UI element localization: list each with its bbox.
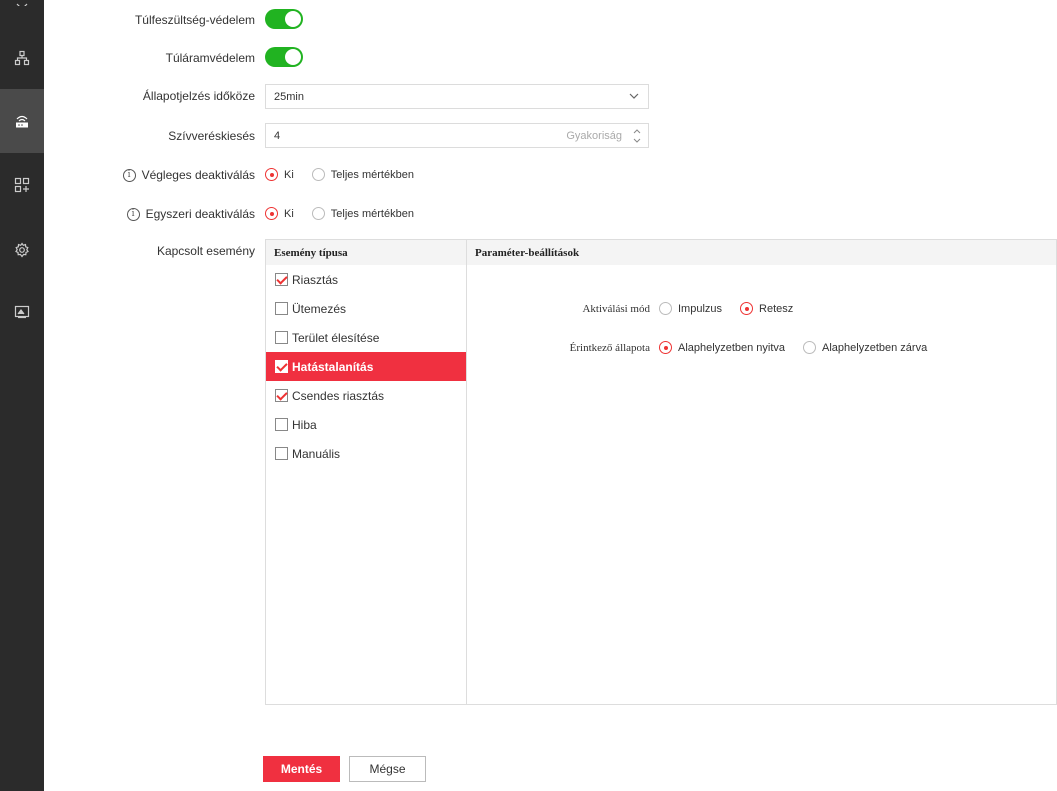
status-interval-select[interactable]: 25min <box>265 84 649 109</box>
contact-state-normally-open-option[interactable]: Alaphelyzetben nyitva <box>659 341 785 354</box>
image-icon[interactable] <box>0 292 44 332</box>
activation-mode-radio-group: Impulzus Retesz <box>659 302 805 315</box>
event-type-column: Esemény típusa Riasztás Ütemezés Terület… <box>266 240 467 704</box>
sidebar <box>0 0 44 791</box>
checkbox[interactable] <box>275 302 288 315</box>
radio-button[interactable] <box>803 341 817 354</box>
heartbeat-stepper[interactable]: 4 Gyakoriság <box>265 123 649 148</box>
event-type-header: Esemény típusa <box>266 240 466 265</box>
checkbox[interactable] <box>275 447 288 460</box>
heartbeat-label: Szívveréskiesés <box>168 129 255 143</box>
heartbeat-suffix: Gyakoriság <box>566 130 622 142</box>
permanent-deactivation-full-option[interactable]: Teljes mértékben <box>311 168 414 181</box>
radio-button[interactable] <box>265 207 278 220</box>
checkbox[interactable] <box>275 273 288 286</box>
parameter-settings-column: Paraméter-beállítások Aktiválási mód Imp… <box>467 240 1056 704</box>
contact-state-label: Érintkező állapota <box>569 342 650 354</box>
chevron-down-icon <box>629 93 639 99</box>
parameter-settings-header: Paraméter-beállítások <box>467 240 1056 265</box>
checkbox[interactable] <box>275 418 288 431</box>
radio-button[interactable] <box>311 207 325 220</box>
radio-button[interactable] <box>265 168 278 181</box>
single-deactivation-full-option[interactable]: Teljes mértékben <box>311 207 414 220</box>
event-item-alarm[interactable]: Riasztás <box>266 265 466 294</box>
event-item-fault[interactable]: Hiba <box>266 410 466 439</box>
single-deactivation-radio-group: Ki Teljes mértékben <box>265 207 426 220</box>
stepper-arrows-icon[interactable] <box>632 126 642 146</box>
info-icon: i <box>126 207 140 221</box>
contact-state-radio-group: Alaphelyzetben nyitva Alaphelyzetben zár… <box>659 341 939 354</box>
permanent-deactivation-label: i Végleges deaktiválás <box>122 168 255 182</box>
radio-button[interactable] <box>740 302 754 315</box>
event-item-silent-alarm[interactable]: Csendes riasztás <box>266 381 466 410</box>
device-icon[interactable] <box>0 89 44 153</box>
cancel-button[interactable]: Mégse <box>349 756 426 782</box>
chevron-icon[interactable] <box>0 0 44 18</box>
single-deactivation-off-option[interactable]: Ki <box>265 207 294 220</box>
checkbox[interactable] <box>275 331 288 344</box>
linked-event-panel: Esemény típusa Riasztás Ütemezés Terület… <box>265 239 1057 705</box>
contact-state-normally-closed-option[interactable]: Alaphelyzetben zárva <box>803 341 927 354</box>
checkbox[interactable] <box>275 389 288 402</box>
overvoltage-toggle[interactable] <box>265 9 303 29</box>
gear-icon[interactable] <box>0 230 44 270</box>
permanent-deactivation-off-option[interactable]: Ki <box>265 168 294 181</box>
info-icon: i <box>122 168 136 182</box>
event-item-manual[interactable]: Manuális <box>266 439 466 468</box>
event-item-disarming[interactable]: Hatástalanítás <box>266 352 466 381</box>
overcurrent-label: Túláramvédelem <box>165 51 255 65</box>
event-item-area-arming[interactable]: Terület élesítése <box>266 323 466 352</box>
activation-mode-latch-option[interactable]: Retesz <box>740 302 793 315</box>
single-deactivation-label: i Egyszeri deaktiválás <box>126 207 255 221</box>
linked-event-label: Kapcsolt esemény <box>156 244 255 258</box>
radio-button[interactable] <box>659 302 672 315</box>
network-topology-icon[interactable] <box>0 38 44 78</box>
overcurrent-toggle[interactable] <box>265 47 303 67</box>
activation-mode-impulse-option[interactable]: Impulzus <box>659 302 722 315</box>
overvoltage-label: Túlfeszültség-védelem <box>134 13 255 27</box>
save-button[interactable]: Mentés <box>263 756 340 782</box>
modules-icon[interactable] <box>0 165 44 205</box>
status-interval-label: Állapotjelzés időköze <box>142 89 255 103</box>
permanent-deactivation-radio-group: Ki Teljes mértékben <box>265 168 426 181</box>
event-type-list: Riasztás Ütemezés Terület élesítése Hatá… <box>266 265 466 468</box>
radio-button[interactable] <box>311 168 325 181</box>
activation-mode-label: Aktiválási mód <box>582 303 650 315</box>
event-item-schedule[interactable]: Ütemezés <box>266 294 466 323</box>
radio-button[interactable] <box>659 341 672 354</box>
checkbox[interactable] <box>275 360 288 373</box>
